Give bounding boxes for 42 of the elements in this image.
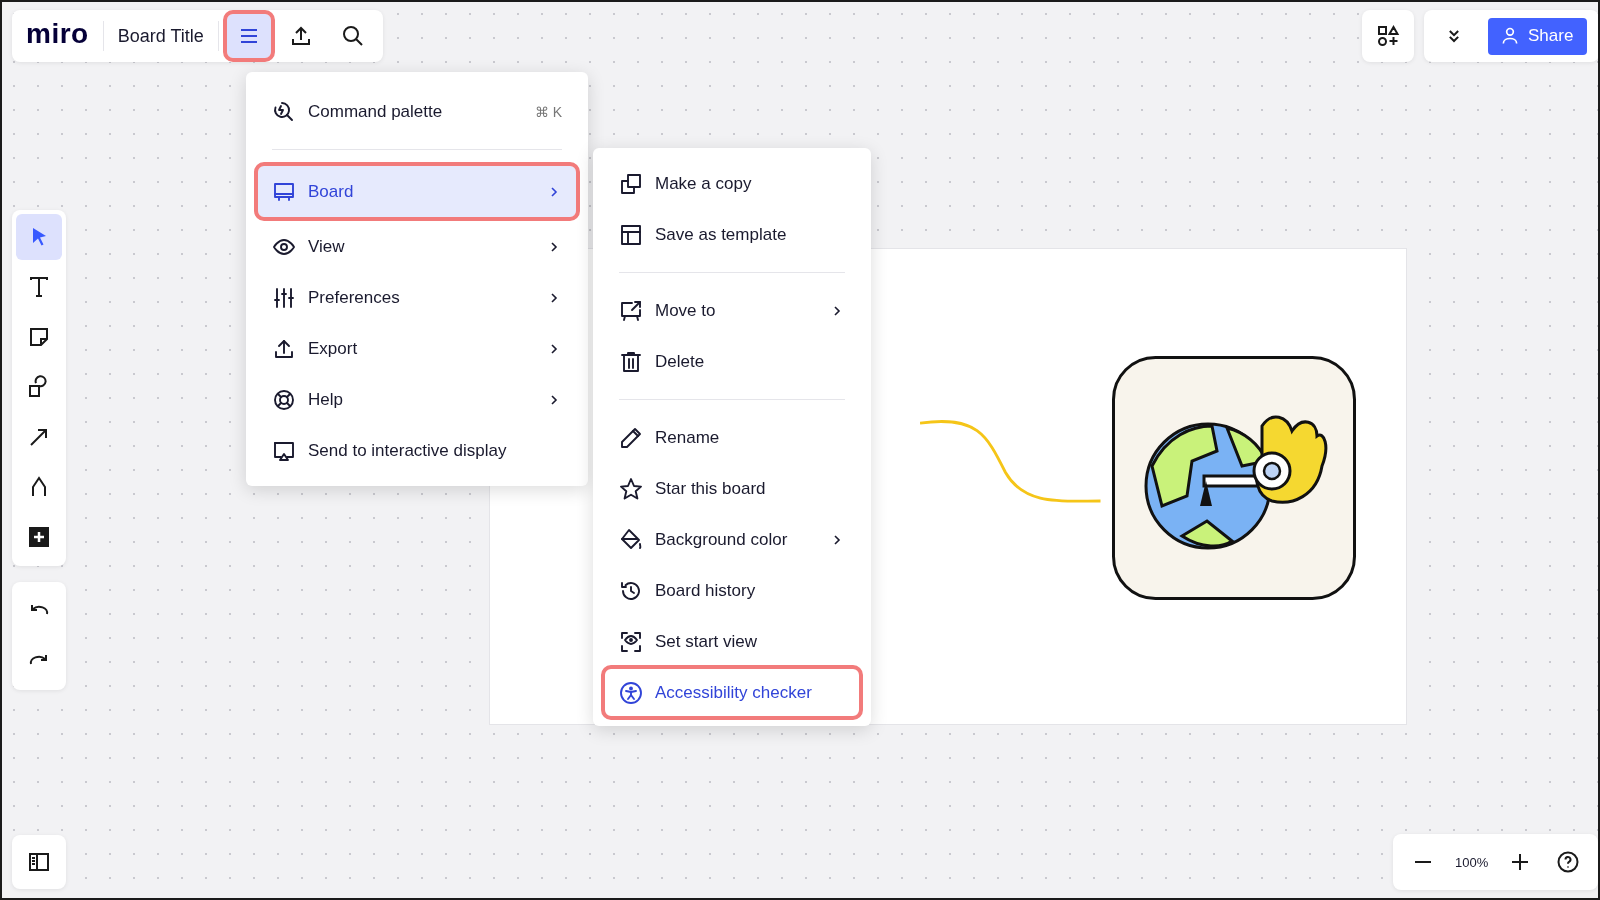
command-icon <box>272 99 296 124</box>
shapes-plus-icon <box>1376 24 1400 48</box>
paint-bucket-icon <box>619 527 643 552</box>
help-icon <box>1556 850 1581 874</box>
menu-item[interactable]: Background color <box>605 514 859 565</box>
menu-item[interactable]: Move to <box>605 285 859 336</box>
search-icon <box>340 24 365 48</box>
sticky-note-icon <box>27 325 51 349</box>
plus-square-icon <box>27 525 51 549</box>
menu-item[interactable]: Star this board <box>605 463 859 514</box>
menu-item[interactable]: Save as template <box>605 209 859 260</box>
accessibility-icon <box>619 680 643 705</box>
minus-icon <box>1414 860 1432 864</box>
miro-logo[interactable]: miro <box>26 18 95 54</box>
menu-item[interactable]: Delete <box>605 336 859 387</box>
shortcut-hint: ⌘ K <box>534 103 562 120</box>
menu-item[interactable]: Board history <box>605 565 859 616</box>
copy-icon <box>619 171 643 196</box>
easel-arrow-icon <box>619 298 643 323</box>
layout-icon <box>619 222 643 247</box>
menu-item[interactable]: Send to interactive display <box>258 425 576 476</box>
share-button[interactable]: Share <box>1488 17 1588 55</box>
lifebuoy-icon <box>272 387 296 412</box>
user-icon <box>1500 26 1520 46</box>
menu-item[interactable]: View <box>258 221 576 272</box>
menu-item[interactable]: Export <box>258 323 576 374</box>
zoom-level[interactable]: 100% <box>1449 854 1495 870</box>
pencil-icon <box>619 425 643 450</box>
menu-item[interactable]: Help <box>258 374 576 425</box>
text-icon <box>27 275 51 299</box>
star-icon <box>619 476 643 501</box>
trash-icon <box>619 349 643 374</box>
sliders-icon <box>272 285 296 310</box>
eye-frame-icon <box>619 629 643 654</box>
menu-item[interactable]: Command palette ⌘ K <box>258 86 576 137</box>
menu-item[interactable]: Rename <box>605 412 859 463</box>
board-title[interactable]: Board Title <box>111 25 210 47</box>
menu-item[interactable]: Accessibility checker <box>605 669 859 716</box>
menu-item[interactable]: Preferences <box>258 272 576 323</box>
sidebar-icon <box>27 850 51 874</box>
menu-item[interactable]: Set start view <box>605 616 859 667</box>
menu-item[interactable]: Make a copy <box>605 158 859 209</box>
